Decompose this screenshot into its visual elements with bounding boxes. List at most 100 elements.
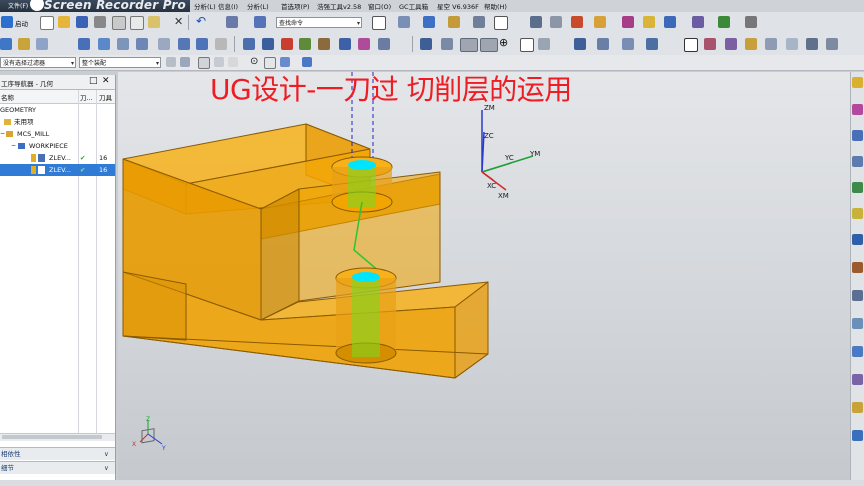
model-canvas[interactable]: ZM ZC YC YM XC XM Z Y X: [118, 72, 850, 480]
machine-tool-view-icon[interactable]: [98, 38, 110, 50]
menu-preferences[interactable]: 首选项(P): [281, 1, 310, 11]
view-orient-icon[interactable]: [806, 38, 818, 50]
postprocess-icon[interactable]: [339, 38, 351, 50]
method-view-icon[interactable]: [136, 38, 148, 50]
cut-levels-icon[interactable]: [441, 38, 453, 50]
verify-icon[interactable]: [643, 16, 655, 28]
info-icon[interactable]: [852, 234, 863, 245]
zoom-icon[interactable]: [765, 38, 777, 50]
snap-face-icon[interactable]: [280, 57, 290, 67]
menu-info[interactable]: 信息(I): [218, 1, 238, 11]
simulate-icon[interactable]: [318, 38, 330, 50]
cutting-layer-icon[interactable]: [460, 38, 478, 52]
nav-row-geometry[interactable]: GEOMETRY: [0, 104, 115, 116]
history-icon[interactable]: [852, 290, 863, 301]
menu-gc-toolbox[interactable]: GC工具箱: [399, 1, 428, 11]
column-name-header[interactable]: 名称: [1, 92, 14, 102]
web-browser-icon[interactable]: [852, 430, 863, 441]
list-toolpath-icon[interactable]: [299, 38, 311, 50]
holder-icon[interactable]: [745, 38, 757, 50]
assembly-scope-select[interactable]: 整个装配 ▾: [79, 57, 161, 68]
menu-analysis-2[interactable]: 分析(L): [247, 1, 269, 11]
background-icon[interactable]: [494, 16, 508, 30]
start-label[interactable]: 启动: [15, 18, 28, 28]
column-tool-header[interactable]: 刀...: [80, 92, 93, 102]
paste-icon[interactable]: [148, 16, 160, 28]
assembly-nav-icon[interactable]: [852, 104, 863, 115]
feeds-speeds-icon[interactable]: [420, 38, 432, 50]
snap-end-icon[interactable]: [198, 57, 210, 69]
text-display-icon[interactable]: [684, 38, 698, 52]
fit-view-icon[interactable]: [550, 16, 562, 28]
details-panel-header[interactable]: 细节 ∨: [0, 461, 115, 474]
new-file-icon[interactable]: [40, 16, 54, 30]
collapse-icon[interactable]: −: [11, 140, 16, 152]
menu-help[interactable]: 帮助(H): [484, 1, 507, 11]
material-icon[interactable]: [704, 38, 716, 50]
cut-icon[interactable]: [112, 16, 126, 30]
undo-icon[interactable]: ↶: [196, 14, 206, 28]
blank-icon[interactable]: [538, 38, 550, 50]
cut-object-icon[interactable]: [178, 38, 190, 50]
create-program-icon[interactable]: [0, 38, 12, 50]
collapse-icon[interactable]: −: [0, 128, 5, 140]
measure-icon[interactable]: [786, 38, 798, 50]
paste-object-icon[interactable]: [215, 38, 227, 50]
constraint-nav-icon[interactable]: [852, 130, 863, 141]
snap-point-icon[interactable]: ⊙: [250, 56, 258, 67]
create-tool-icon[interactable]: [18, 38, 30, 50]
create-geometry-icon[interactable]: [36, 38, 48, 50]
start-icon[interactable]: [1, 16, 13, 28]
output-cls-icon[interactable]: [378, 38, 390, 50]
replay-toolpath-icon[interactable]: [262, 38, 274, 50]
nav-row-unused[interactable]: 未用项: [0, 116, 115, 128]
generate-toolpath-icon[interactable]: [243, 38, 255, 50]
horizontal-scrollbar[interactable]: [0, 433, 115, 441]
roles-icon[interactable]: [852, 402, 863, 413]
shop-documentation-icon[interactable]: [358, 38, 370, 50]
open-folder-icon[interactable]: [58, 16, 70, 28]
close-icon[interactable]: ✕: [102, 76, 110, 86]
snap-grid-icon[interactable]: [372, 16, 386, 30]
post-process-icon[interactable]: [664, 16, 676, 28]
dependencies-panel-header[interactable]: 相依性 ∨: [0, 447, 115, 460]
type-filter-select[interactable]: 没有选择过滤器 ▾: [0, 57, 76, 68]
snap-center-icon[interactable]: [228, 57, 238, 67]
tool-nav-icon[interactable]: [597, 38, 609, 50]
scrollbar-thumb[interactable]: [2, 435, 102, 439]
tool-path-icon[interactable]: [594, 16, 606, 28]
hd3d-icon[interactable]: [852, 208, 863, 219]
print-icon[interactable]: [94, 16, 106, 28]
snap-body-icon[interactable]: [302, 57, 312, 67]
fixture-icon[interactable]: [725, 38, 737, 50]
resource-nav-icon[interactable]: [852, 77, 863, 88]
menu-analysis[interactable]: 分析(L): [194, 1, 216, 11]
reuse-library-icon[interactable]: [852, 182, 863, 193]
view-triad-icon[interactable]: Z Y X: [132, 416, 166, 452]
geometry-view-icon[interactable]: [117, 38, 129, 50]
system-materials-icon[interactable]: [852, 318, 863, 329]
verify-toolpath-icon[interactable]: [281, 38, 293, 50]
extra-icon[interactable]: [826, 38, 838, 50]
find-command-input[interactable]: 查找命令 ▾: [276, 17, 362, 28]
orient-icon[interactable]: [622, 38, 634, 50]
filter-icon[interactable]: [166, 57, 176, 67]
program-order-view-icon[interactable]: [78, 38, 90, 50]
generate-icon[interactable]: [622, 16, 634, 28]
show-hide-icon[interactable]: [423, 16, 435, 28]
column-path-header[interactable]: 刀具: [99, 92, 112, 102]
render-style-icon[interactable]: [530, 16, 542, 28]
edit-object-icon[interactable]: [158, 38, 170, 50]
part-nav-icon[interactable]: [852, 156, 863, 167]
operation-nav-icon[interactable]: [574, 38, 586, 50]
machine-sim-icon[interactable]: [718, 16, 730, 28]
nav-row-zlevel-1[interactable]: ZLEV... ✔ 16: [0, 152, 115, 164]
analysis-icon[interactable]: [571, 16, 583, 28]
palette-icon[interactable]: [852, 262, 863, 273]
display-mode-icon[interactable]: [473, 16, 485, 28]
menu-haoqiang-tools[interactable]: 浩强工具v2.58: [317, 1, 361, 11]
process-studio-icon[interactable]: [852, 346, 863, 357]
nav-row-workpiece[interactable]: − WORKPIECE: [0, 140, 115, 152]
copy-object-icon[interactable]: [196, 38, 208, 50]
copy-icon[interactable]: [130, 16, 144, 30]
